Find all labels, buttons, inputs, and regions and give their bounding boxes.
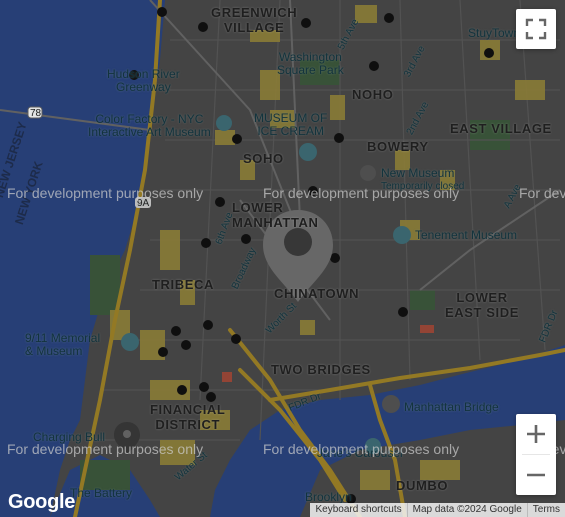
poi-washington-square[interactable]: Washington Square Park [277, 51, 344, 77]
zoom-out-button[interactable] [516, 455, 556, 495]
keyboard-shortcuts-link[interactable]: Keyboard shortcuts [310, 503, 406, 517]
route-78-shield: 78 [30, 108, 42, 119]
map-canvas[interactable]: GREENWICH VILLAGE NOHO EAST VILLAGE SOHO… [0, 0, 565, 517]
neighborhood-lower-manhattan: LOWER MANHATTAN [232, 200, 319, 230]
zoom-control [516, 414, 556, 495]
poi-museum-of-ice-cream[interactable]: MUSEUM OF ICE CREAM [254, 112, 327, 138]
neighborhood-dumbo: DUMBO [396, 478, 449, 493]
poi-hudson-river-greenway[interactable]: Hudson River Greenway [107, 68, 180, 94]
fullscreen-button[interactable] [516, 9, 556, 49]
poi-manhattan-bridge[interactable]: Manhattan Bridge [404, 401, 499, 414]
fullscreen-control [516, 9, 556, 49]
zoom-in-button[interactable] [516, 414, 556, 454]
neighborhood-noho: NOHO [352, 87, 394, 102]
dev-watermark: For development purposes only [263, 185, 460, 201]
neighborhood-financial-district: FINANCIAL DISTRICT [150, 402, 226, 432]
poi-tenement-museum[interactable]: Tenement Museum [415, 229, 517, 242]
poi-color-factory[interactable]: Color Factory - NYC Interactive Art Muse… [88, 113, 211, 139]
plus-icon [527, 425, 545, 443]
neighborhood-lower-east-side: LOWER EAST SIDE [445, 290, 520, 320]
map-footer: Keyboard shortcuts Map data ©2024 Google… [310, 503, 565, 517]
neighborhood-chinatown: CHINATOWN [274, 286, 360, 301]
neighborhood-tribeca: TRIBECA [152, 277, 214, 292]
minus-icon [527, 473, 545, 477]
poi-stuytown[interactable]: StuyTown [468, 27, 520, 40]
poi-911-memorial[interactable]: 9/11 Memorial & Museum [25, 332, 100, 358]
neighborhood-bowery: BOWERY [367, 139, 429, 154]
google-logo[interactable]: Google [8, 491, 75, 514]
neighborhood-two-bridges: TWO BRIDGES [271, 362, 371, 377]
dev-watermark: For development purposes only [263, 441, 460, 457]
dev-watermark: For development purposes only [519, 185, 565, 201]
neighborhood-soho: SOHO [243, 151, 284, 166]
neighborhood-east-village: EAST VILLAGE [450, 121, 552, 136]
poi-new-museum[interactable]: New Museum [381, 167, 454, 180]
fullscreen-icon [525, 18, 547, 40]
neighborhood-greenwich-village: GREENWICH VILLAGE [211, 5, 298, 35]
dev-watermark: For development purposes only [7, 185, 204, 201]
dev-watermark: For development purposes only [7, 441, 204, 457]
terms-link[interactable]: Terms [526, 503, 565, 517]
map-data-attribution: Map data ©2024 Google [406, 503, 527, 517]
poi-the-battery[interactable]: The Battery [70, 487, 132, 500]
